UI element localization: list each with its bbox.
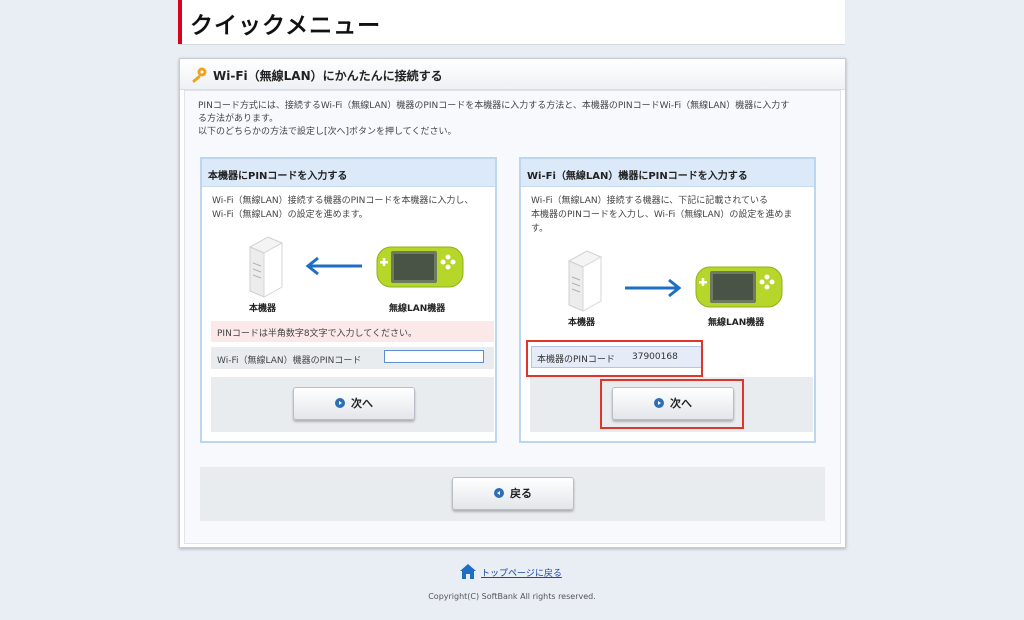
- home-icon: [460, 564, 476, 579]
- back-button[interactable]: 戻る: [452, 477, 574, 510]
- box-description: Wi-Fi（無線LAN）接続する機器に、下記に記載されている 本機器のPINコー…: [531, 194, 806, 236]
- arrow-left-icon: [305, 256, 362, 276]
- intro-line: 以下のどちらかの方法で設定し[次へ]ボタンを押してください。: [198, 127, 457, 137]
- back-button-bar: 戻る: [200, 467, 825, 521]
- button-area: 次へ: [211, 377, 494, 432]
- panel-header: Wi-Fi（無線LAN）にかんたんに接続する: [180, 59, 845, 90]
- desc-line: Wi-Fi（無線LAN）接続する機器に、下記に記載されている: [531, 196, 769, 206]
- router-device-icon: [567, 250, 603, 312]
- intro-line: る方法があります。: [198, 114, 279, 124]
- box-heading: 本機器にPINコードを入力する: [202, 159, 495, 187]
- desc-line: Wi-Fi（無線LAN）接続する機器のPINコードを本機器に入力し、: [212, 196, 474, 206]
- box-heading: Wi-Fi（無線LAN）機器にPINコードを入力する: [521, 159, 814, 187]
- intro-line: PINコード方式には、接続するWi-Fi（無線LAN）機器のPINコードを本機器…: [198, 101, 790, 111]
- next-highlight-frame: [600, 379, 744, 429]
- box-description: Wi-Fi（無線LAN）接続する機器のPINコードを本機器に入力し、 Wi-Fi…: [212, 194, 487, 222]
- desc-line: 本機器のPINコードを入力し、Wi-Fi（無線LAN）の設定を進めま: [531, 210, 793, 220]
- section-title: Wi-Fi（無線LAN）にかんたんに接続する: [213, 69, 443, 83]
- desc-line: Wi-Fi（無線LAN）の設定を進めます。: [212, 210, 368, 220]
- handheld-device-icon: [376, 246, 464, 288]
- desc-line: す。: [531, 224, 549, 234]
- box-heading-text: 本機器にPINコードを入力する: [208, 171, 348, 182]
- top-page-link-text[interactable]: トップページに戻る: [481, 566, 562, 579]
- copyright: Copyright(C) SoftBank All rights reserve…: [428, 592, 596, 601]
- key-icon: [192, 67, 207, 83]
- main-panel: Wi-Fi（無線LAN）にかんたんに接続する PINコード方式には、接続するWi…: [179, 58, 846, 548]
- handheld-device-icon: [695, 266, 783, 308]
- device-label-router: 本機器: [568, 318, 596, 328]
- next-label: 次へ: [351, 397, 373, 410]
- header-accent-bar: [178, 0, 182, 44]
- intro-text: PINコード方式には、接続するWi-Fi（無線LAN）機器のPINコードを本機器…: [198, 100, 828, 139]
- box-heading-text: Wi-Fi（無線LAN）機器にPINコードを入力する: [527, 171, 748, 182]
- pin-note-text: PINコードは半角数字8文字で入力してください。: [217, 329, 418, 339]
- device-label-wlan: 無線LAN機器: [389, 304, 446, 314]
- pin-highlight-frame: [526, 340, 703, 377]
- back-label: 戻る: [510, 487, 532, 500]
- wlan-pin-input[interactable]: [384, 350, 484, 363]
- pin-format-note: PINコードは半角数字8文字で入力してください。: [211, 321, 494, 342]
- page-title: クイックメニュー: [190, 13, 382, 39]
- router-device-icon: [248, 236, 284, 298]
- device-label-router: 本機器: [249, 304, 277, 314]
- next-button-left[interactable]: 次へ: [293, 387, 415, 420]
- play-circle-icon: [335, 398, 345, 408]
- enter-pin-on-device-box: 本機器にPINコードを入力する Wi-Fi（無線LAN）接続する機器のPINコー…: [200, 157, 497, 443]
- arrow-right-icon: [625, 278, 682, 298]
- page-header: クイックメニュー: [178, 0, 845, 45]
- pin-entry-row: Wi-Fi（無線LAN）機器のPINコード: [211, 347, 494, 369]
- back-circle-icon: [494, 488, 504, 498]
- device-label-wlan: 無線LAN機器: [708, 318, 765, 328]
- pin-input-label: Wi-Fi（無線LAN）機器のPINコード: [217, 356, 362, 366]
